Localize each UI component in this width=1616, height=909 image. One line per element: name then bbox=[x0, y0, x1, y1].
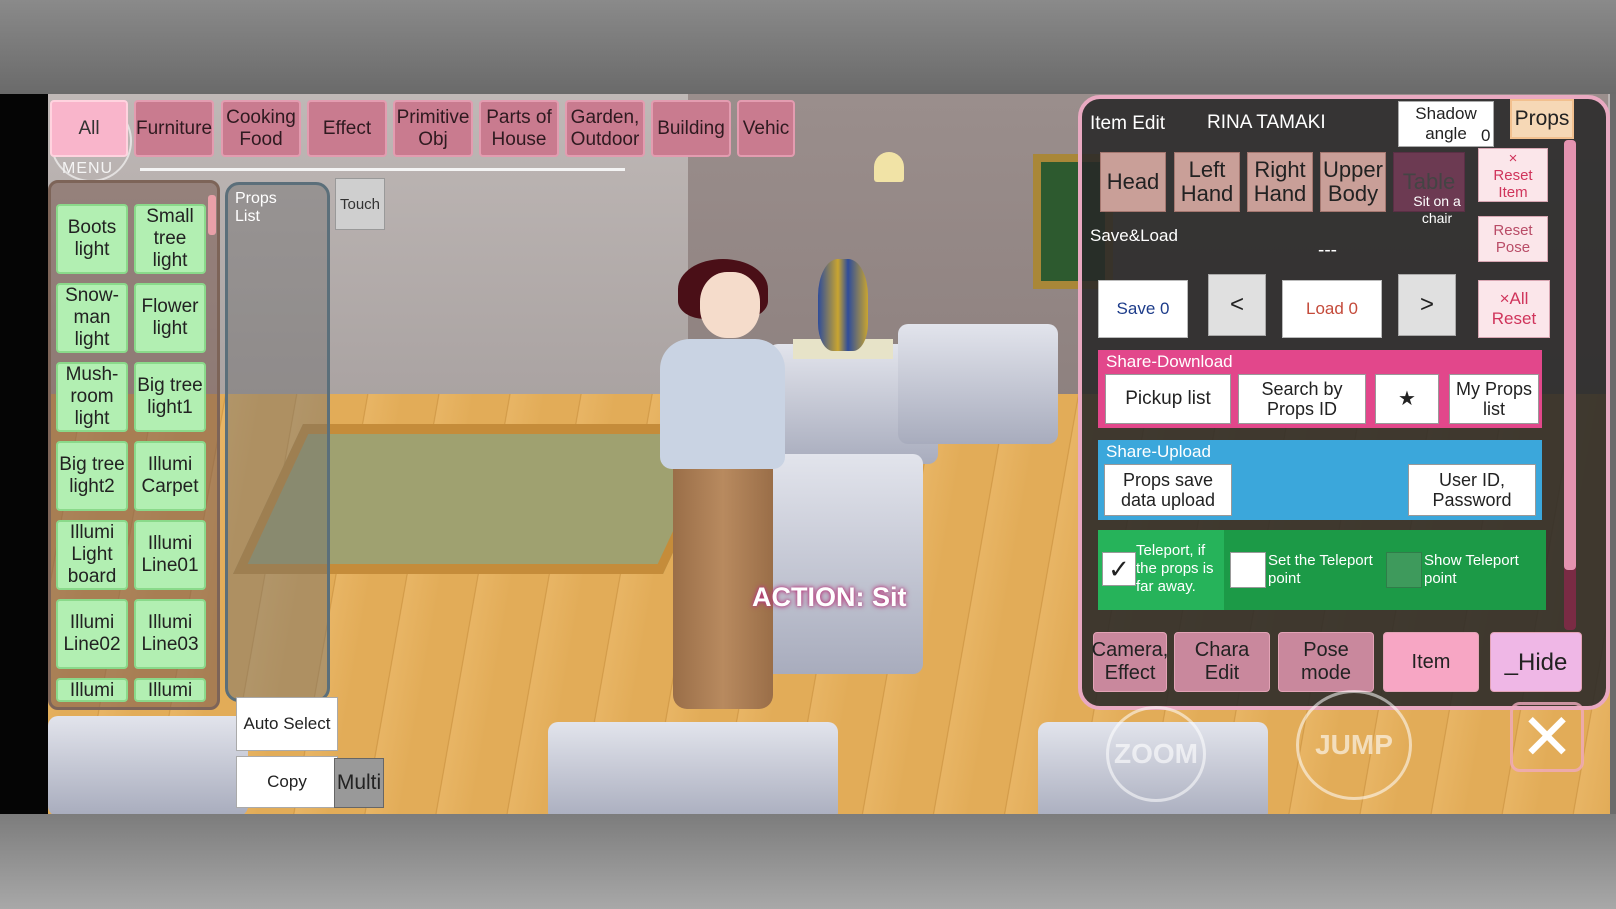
tab-garden-outdoor[interactable]: Garden, Outdoor bbox=[565, 100, 645, 157]
shadow-angle-label: Shadow angle bbox=[1415, 104, 1477, 143]
tab-pose-mode[interactable]: Pose mode bbox=[1278, 632, 1374, 692]
tab-furniture[interactable]: Furniture bbox=[134, 100, 214, 157]
tab-effect[interactable]: Effect bbox=[307, 100, 387, 157]
sofa bbox=[548, 722, 838, 814]
list-item[interactable]: Illumi Line03 bbox=[134, 599, 206, 669]
save-load-label: Save&Load bbox=[1090, 226, 1178, 245]
panel-title: Item Edit bbox=[1090, 113, 1165, 134]
action-label: ACTION: Sit bbox=[752, 582, 907, 612]
checkmark-icon[interactable]: ✓ bbox=[1102, 552, 1136, 586]
sit-on-chair-label: Sit on a chair bbox=[1413, 193, 1461, 226]
teleport-if-far-toggle[interactable]: ✓ Teleport, if the props is far away. bbox=[1098, 530, 1224, 610]
sofa bbox=[48, 716, 248, 814]
item-list-scrollbar[interactable] bbox=[208, 195, 216, 235]
my-props-list-button[interactable]: My Props list bbox=[1449, 374, 1539, 424]
list-item[interactable]: Big tree light2 bbox=[56, 441, 128, 511]
list-item[interactable]: Illumi Carpet bbox=[134, 441, 206, 511]
jump-button[interactable]: JUMP bbox=[1296, 690, 1412, 800]
props-list-title: Props List bbox=[235, 190, 277, 225]
tab-primitive-obj[interactable]: Primitive Obj bbox=[393, 100, 473, 157]
list-item[interactable]: Big tree light1 bbox=[134, 362, 206, 432]
character-body[interactable] bbox=[660, 339, 785, 469]
tab-item[interactable]: Item bbox=[1383, 632, 1479, 692]
copy-button[interactable]: Copy bbox=[236, 756, 338, 808]
ceiling-lamp bbox=[874, 152, 904, 182]
character-head[interactable] bbox=[700, 272, 760, 338]
show-teleport-point-checkbox[interactable] bbox=[1386, 552, 1422, 588]
tab-upper-body[interactable]: Upper Body bbox=[1320, 152, 1386, 212]
user-id-password-button[interactable]: User ID, Password bbox=[1408, 464, 1536, 516]
reset-x-icon: × bbox=[1508, 149, 1518, 167]
share-download-title: Share-Download bbox=[1106, 352, 1233, 371]
reset-pose-button[interactable]: Reset Pose bbox=[1478, 216, 1548, 262]
all-reset-button[interactable]: ×All Reset bbox=[1478, 280, 1550, 338]
tab-parts-of-house[interactable]: Parts of House bbox=[479, 100, 559, 157]
tab-camera-effect[interactable]: Camera, Effect bbox=[1092, 632, 1168, 692]
list-item[interactable]: Illumi Line02 bbox=[56, 599, 128, 669]
tab-right-hand[interactable]: Right Hand bbox=[1247, 152, 1313, 212]
close-icon[interactable]: ✕ bbox=[1510, 701, 1584, 773]
load-button[interactable]: Load 0 bbox=[1282, 280, 1382, 338]
list-item[interactable]: Illumi Line01 bbox=[134, 520, 206, 590]
tab-all[interactable]: All bbox=[50, 100, 128, 157]
sofa bbox=[898, 324, 1058, 444]
reset-item-button[interactable]: × Reset Item bbox=[1478, 148, 1548, 202]
character-name: RINA TAMAKI bbox=[1207, 112, 1326, 133]
armchair bbox=[753, 454, 923, 674]
save-slot-name: --- bbox=[1318, 240, 1337, 261]
multi-button[interactable]: Multi bbox=[334, 758, 384, 808]
letterbox-bottom bbox=[0, 814, 1616, 909]
list-item[interactable]: Illumi Light board bbox=[56, 520, 128, 590]
letterbox-left bbox=[0, 94, 48, 814]
list-item[interactable]: Small tree light bbox=[134, 204, 206, 274]
list-item[interactable]: Snow-man light bbox=[56, 283, 128, 353]
list-item[interactable]: Illumi bbox=[134, 678, 206, 702]
pickup-list-button[interactable]: Pickup list bbox=[1105, 374, 1231, 424]
letterbox-top bbox=[0, 0, 1616, 94]
hide-button[interactable]: _Hide bbox=[1490, 632, 1582, 692]
props-list-panel bbox=[225, 182, 330, 702]
tab-head[interactable]: Head bbox=[1100, 152, 1166, 212]
vase bbox=[818, 259, 868, 351]
auto-select-button[interactable]: Auto Select bbox=[236, 697, 338, 751]
share-upload-title: Share-Upload bbox=[1106, 442, 1211, 461]
tab-scrollbar[interactable] bbox=[140, 168, 625, 171]
star-icon[interactable]: ★ bbox=[1375, 374, 1439, 424]
props-tab[interactable]: Props bbox=[1510, 99, 1574, 139]
tab-vehicle[interactable]: Vehic bbox=[737, 100, 795, 157]
shadow-angle-control[interactable]: Shadow angle 0 bbox=[1398, 101, 1494, 147]
show-teleport-point-label: Show Teleport point bbox=[1424, 552, 1519, 587]
zoom-button[interactable]: ZOOM bbox=[1106, 706, 1206, 802]
list-item[interactable]: Mush-room light bbox=[56, 362, 128, 432]
tab-cooking-food[interactable]: Cooking Food bbox=[221, 100, 301, 157]
tab-left-hand[interactable]: Left Hand bbox=[1174, 152, 1240, 212]
panel-scrollbar-thumb[interactable] bbox=[1564, 140, 1576, 570]
list-item[interactable]: Flower light bbox=[134, 283, 206, 353]
tab-table-label: Table bbox=[1402, 169, 1456, 194]
tab-building[interactable]: Building bbox=[651, 100, 731, 157]
prev-slot-button[interactable]: < bbox=[1208, 274, 1266, 336]
touch-button[interactable]: Touch bbox=[335, 178, 385, 230]
next-slot-button[interactable]: > bbox=[1398, 274, 1456, 336]
teleport-if-far-label: Teleport, if the props is far away. bbox=[1136, 542, 1214, 595]
props-save-data-upload-button[interactable]: Props save data upload bbox=[1104, 464, 1232, 516]
shadow-angle-value: 0 bbox=[1481, 126, 1491, 145]
set-teleport-point-label: Set the Teleport point bbox=[1268, 552, 1373, 587]
menu-label: MENU bbox=[62, 160, 114, 177]
list-item[interactable]: Boots light bbox=[56, 204, 128, 274]
set-teleport-point-checkbox[interactable] bbox=[1230, 552, 1266, 588]
tab-chara-edit[interactable]: Chara Edit bbox=[1174, 632, 1270, 692]
search-by-props-id-button[interactable]: Search by Props ID bbox=[1238, 374, 1366, 424]
reset-item-label: Reset Item bbox=[1493, 166, 1533, 201]
list-item[interactable]: Illumi bbox=[56, 678, 128, 702]
save-button[interactable]: Save 0 bbox=[1098, 280, 1188, 338]
